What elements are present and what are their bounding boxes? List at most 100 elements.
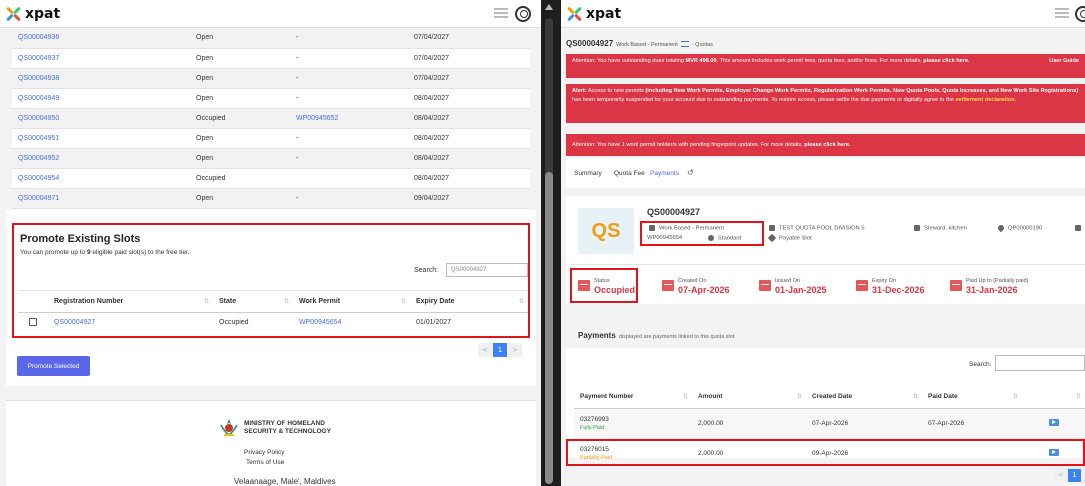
tab-payments[interactable]: Payments [650, 170, 679, 177]
table-row: QS00004949 Open -08/04/2027 [12, 88, 530, 109]
breadcrumb-type: Work Based - Permanent [616, 42, 678, 48]
ministry-logo: MINISTRY OF HOMELAND SECURITY & TECHNOLO… [218, 417, 331, 439]
sort-icon[interactable]: ⇅ [284, 298, 289, 305]
expiry-cell: 08/04/2027 [408, 148, 530, 169]
slot-number-link[interactable]: QS00004952 [12, 148, 190, 169]
sort-icon[interactable]: ⇅ [204, 298, 209, 305]
promote-search-input[interactable]: QS00004927 [446, 263, 528, 277]
xpat-logo[interactable]: xpat [567, 5, 621, 23]
next-page-button[interactable]: > [508, 343, 522, 357]
view-payment-icon[interactable] [1048, 418, 1059, 426]
slot-number-link[interactable]: QS00004954 [12, 168, 190, 189]
page-button[interactable]: 1 [1068, 469, 1081, 482]
registration-number-link[interactable]: QS00004927 [48, 313, 213, 333]
calendar-icon [662, 280, 674, 291]
payment-number[interactable]: 03276993 [580, 416, 609, 423]
fingerprint-alert: Attention: You have 1 work permit holder… [566, 134, 1085, 156]
main-content: QS00004927 Work Based - Permanent - Quotas… [561, 28, 1085, 486]
top-bar: xpat [561, 0, 1085, 28]
access-suspended-alert: Alert: Access to new permits (including … [566, 84, 1085, 123]
promote-selected-button[interactable]: Promote Selected [17, 356, 90, 376]
terms-of-use-link[interactable]: Terms of Use [246, 459, 284, 466]
slots-table: QS00004936 Open -07/04/2027 QS00004937 Open -… [12, 28, 530, 209]
slot-number-link[interactable]: QS00004936 [12, 28, 190, 49]
prev-page-button[interactable]: < [478, 343, 492, 357]
sort-icon[interactable]: ⇅ [401, 298, 406, 305]
expiry-cell: 08/04/2027 [408, 108, 530, 129]
state-cell: Occupied [219, 319, 249, 327]
right-browser-pane: xpat QS00004927 Work Based - Permanent - Q… [561, 0, 1085, 486]
work-permit-cell: - [290, 148, 408, 169]
expiry-cell: 09/04/2027 [408, 188, 530, 209]
slot-number-link[interactable]: QS00004937 [12, 48, 190, 69]
table-row: QS00004951 Open -08/04/2027 [12, 128, 530, 149]
promote-title: Promote Existing Slots [20, 233, 141, 245]
col-payment-number[interactable]: Payment Number ⇅ [574, 386, 692, 409]
payments-note: displayed are payments linked to this qu… [618, 334, 735, 340]
logo-text: xpat [586, 6, 622, 22]
tab-summary[interactable]: Summary [574, 170, 602, 177]
list-icon[interactable] [680, 40, 689, 47]
slot-number-link[interactable]: QS00004951 [12, 128, 190, 149]
select-checkbox[interactable] [29, 317, 37, 326]
table-row: QS00004950 Occupied WP00945652 08/04/2027 [12, 108, 530, 129]
expiry-cell: 08/04/2027 [408, 168, 530, 189]
calendar-icon [578, 280, 590, 291]
settlement-declaration-link[interactable]: settlement declaration [955, 97, 1014, 103]
user-guide-link[interactable]: User Guide [1049, 57, 1079, 66]
work-permit-cell: - [290, 68, 408, 89]
user-account-icon[interactable] [515, 6, 531, 22]
privacy-policy-link[interactable]: Privacy Policy [244, 449, 284, 456]
xpat-logo[interactable]: xpat [6, 5, 60, 23]
pagination: < 1 > [477, 343, 522, 357]
sort-icon[interactable]: ⇅ [1013, 393, 1018, 400]
col-amount[interactable]: Amount ⇅ [692, 386, 806, 409]
history-icon[interactable]: ↺ [687, 168, 694, 177]
col-created-date[interactable]: Created Date ⇅ [806, 386, 922, 409]
sort-icon[interactable]: ⇅ [519, 298, 524, 305]
hamburger-menu-icon[interactable] [1055, 8, 1069, 19]
calendar-icon [759, 280, 771, 291]
emblem-icon [220, 419, 238, 436]
left-browser-pane: xpat QS00004936 Open -07/04/2027 QS00004937… [0, 0, 541, 486]
work-permit-link[interactable]: WP00945654 [293, 313, 410, 333]
slot-number-link[interactable]: QS00004938 [12, 68, 190, 89]
tab-quota-fee[interactable]: Quota Fee [614, 170, 645, 177]
scroll-up-arrow-icon[interactable] [545, 4, 553, 10]
breadcrumb-quotas-link[interactable]: - Quotas [692, 42, 713, 48]
table-row: QS00004927 Occupied WP00945654 01/01/202… [18, 313, 528, 333]
hamburger-menu-icon[interactable] [494, 8, 508, 19]
user-account-icon[interactable] [1075, 6, 1085, 22]
sort-icon[interactable]: ⇅ [1076, 393, 1081, 400]
table-row: QS00004954 Occupied 08/04/2027 [12, 168, 530, 189]
state-cell: Occupied [190, 108, 290, 129]
sort-icon[interactable]: ⇅ [797, 393, 802, 400]
sort-icon[interactable]: ⇅ [683, 393, 688, 400]
state-cell: Open [190, 188, 290, 209]
col-state[interactable]: State ⇅ [213, 290, 293, 313]
col-work-permit[interactable]: Work Permit ⇅ [293, 290, 410, 313]
logo-text: xpat [25, 6, 61, 22]
col-expiry-date[interactable]: Expiry Date ⇅ [410, 290, 528, 313]
created-date-cell: 07-Apr-2026 [806, 408, 922, 439]
col-registration-number[interactable]: Registration Number ⇅ [48, 290, 213, 313]
slot-number-link[interactable]: QS00004950 [12, 108, 190, 129]
state-cell: Open [190, 148, 290, 169]
badge-icon [708, 235, 714, 241]
prev-page-button[interactable]: < [1054, 469, 1067, 482]
col-paid-date[interactable]: Paid Date ⇅ [922, 386, 1022, 409]
sort-icon[interactable]: ⇅ [913, 393, 918, 400]
scrollbar-thumb[interactable] [545, 172, 553, 484]
dues-details-link[interactable]: please click here. [923, 58, 969, 64]
work-permit-cell[interactable]: WP00945652 [290, 108, 408, 129]
payments-search-input[interactable] [995, 355, 1085, 371]
fingerprint-details-link[interactable]: please click here. [804, 142, 850, 148]
work-permit-cell: - [290, 188, 408, 209]
page-button[interactable]: 1 [493, 343, 507, 357]
slot-number-link[interactable]: QS00004971 [12, 188, 190, 209]
promote-table: Registration Number ⇅ State ⇅ Work Permit ⇅… [18, 290, 528, 333]
ministry-line-1: MINISTRY OF HOMELAND [244, 420, 325, 427]
top-bar: xpat [0, 0, 541, 28]
slot-number-link[interactable]: QS00004949 [12, 88, 190, 109]
pin-icon [996, 223, 1006, 233]
